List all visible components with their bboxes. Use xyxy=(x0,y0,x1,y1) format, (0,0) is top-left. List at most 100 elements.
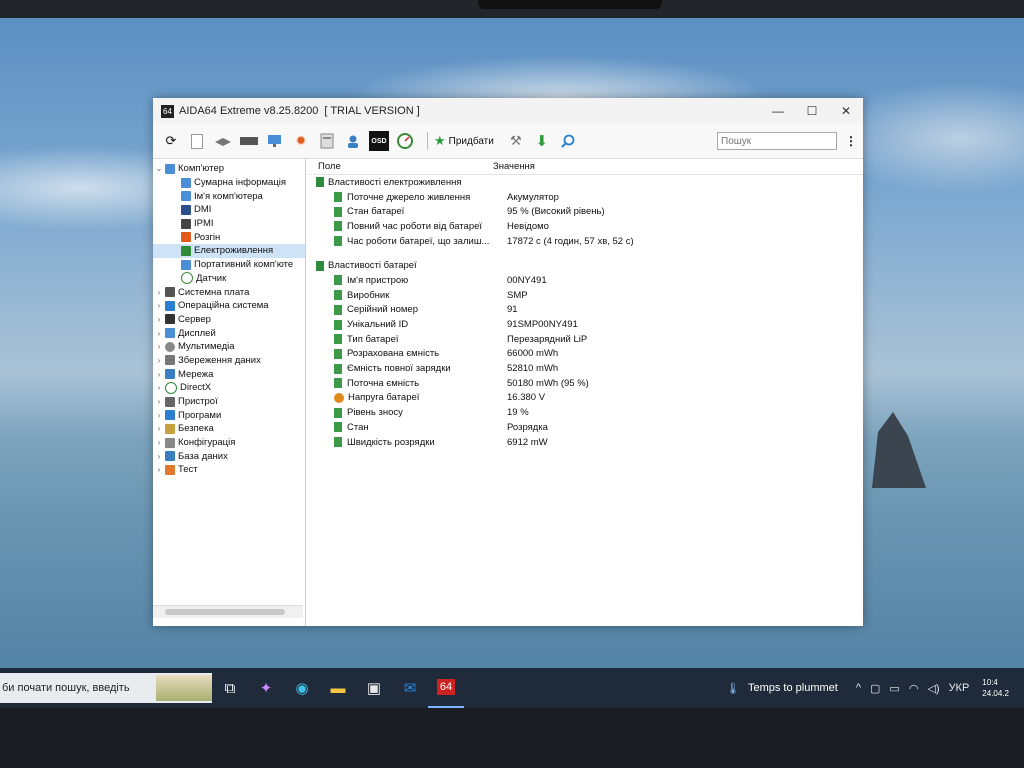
table-row[interactable]: Швидкість розрядки 6912 mW xyxy=(308,435,863,450)
battery-tray-icon[interactable]: ▭ xyxy=(889,682,899,695)
clock[interactable]: 10:4 24.04.2 xyxy=(982,677,1009,699)
column-header-field[interactable]: Поле xyxy=(308,161,493,172)
table-row[interactable]: Серійний номер 91 xyxy=(308,303,863,318)
tools-icon[interactable]: ⚒ xyxy=(506,131,526,151)
buy-button[interactable]: ★ Придбати xyxy=(434,133,494,149)
table-row[interactable]: Розрахована ємність 66000 mWh xyxy=(308,347,863,362)
chevron-up-icon[interactable]: ^ xyxy=(856,682,861,694)
file-explorer-icon[interactable]: ▬ xyxy=(320,668,356,708)
close-button[interactable]: ✕ xyxy=(829,98,863,124)
chevron-right-icon[interactable]: › xyxy=(153,438,165,447)
tree-item-power-management[interactable]: Електроживлення xyxy=(153,244,305,258)
tree-item-computer[interactable]: ⌄ Комп'ютер xyxy=(153,162,305,176)
table-row[interactable]: Тип батареї Перезарядний LiP xyxy=(308,332,863,347)
tree-item-display[interactable]: › Дисплей xyxy=(153,326,305,340)
table-row[interactable]: Повний час роботи від батареї Невідомо xyxy=(308,219,863,234)
tree-item-directx[interactable]: › DirectX xyxy=(153,381,305,395)
chevron-right-icon[interactable]: › xyxy=(153,411,165,420)
download-icon[interactable]: ⬇ xyxy=(532,131,552,151)
chevron-right-icon[interactable]: › xyxy=(153,315,165,324)
group-power-properties[interactable]: Властивості електроживлення xyxy=(308,175,863,190)
tree-item-dmi[interactable]: DMI xyxy=(153,203,305,217)
row-field: Ємність повної зарядки xyxy=(347,363,451,375)
table-row[interactable]: Ім'я пристрою 00NY491 xyxy=(308,273,863,288)
more-options-icon[interactable]: ⋮ xyxy=(845,134,857,148)
refresh-icon[interactable]: ⟳ xyxy=(161,131,181,151)
magnifier-icon[interactable] xyxy=(558,131,578,151)
tree-item-devices[interactable]: › Пристрої xyxy=(153,395,305,409)
table-row[interactable]: Поточне джерело живлення Акумулятор xyxy=(308,190,863,205)
tree-item-network[interactable]: › Мережа xyxy=(153,367,305,381)
tree-item-config[interactable]: › Конфігурація xyxy=(153,436,305,450)
taskbar-search[interactable]: би почати пошук, введіть xyxy=(0,673,212,703)
chevron-right-icon[interactable]: › xyxy=(153,370,165,379)
task-view-icon[interactable]: ⧉ xyxy=(212,668,248,708)
weather-widget[interactable]: 🌡 Temps to plummet xyxy=(726,682,838,695)
group-title: Властивості електроживлення xyxy=(328,176,462,188)
tree-item-ipmi[interactable]: IPMI xyxy=(153,217,305,231)
minimize-button[interactable]: — xyxy=(761,98,795,124)
tree-item-os[interactable]: › Операційна система xyxy=(153,299,305,313)
tree-item-multimedia[interactable]: › Мультимедіа xyxy=(153,340,305,354)
table-row[interactable]: Стан Розрядка xyxy=(308,420,863,435)
language-indicator[interactable]: УКР xyxy=(949,682,970,694)
chevron-right-icon[interactable]: › xyxy=(153,397,165,406)
chevron-right-icon[interactable]: › xyxy=(153,288,165,297)
chevron-right-icon[interactable]: › xyxy=(153,424,165,433)
chevron-right-icon[interactable]: › xyxy=(153,356,165,365)
maximize-button[interactable]: ☐ xyxy=(795,98,829,124)
table-row[interactable]: Стан батареї 95 % (Високий рівень) xyxy=(308,204,863,219)
report-icon[interactable] xyxy=(187,131,207,151)
table-row[interactable]: Рівень зносу 19 % xyxy=(308,405,863,420)
row-value: 19 % xyxy=(507,407,529,419)
row-value: 91SMP00NY491 xyxy=(507,319,578,331)
gauge-icon[interactable] xyxy=(395,131,415,151)
chevron-down-icon[interactable]: ⌄ xyxy=(153,164,165,173)
tree-item-server[interactable]: › Сервер xyxy=(153,313,305,327)
horizontal-scrollbar[interactable] xyxy=(153,605,303,618)
chevron-right-icon[interactable]: › xyxy=(153,465,165,474)
tree-item-benchmark[interactable]: › Тест xyxy=(153,463,305,477)
table-row[interactable]: Ємність повної зарядки 52810 mWh xyxy=(308,361,863,376)
tree-item-database[interactable]: › База даних xyxy=(153,449,305,463)
tree-item-overclock[interactable]: Розгін xyxy=(153,230,305,244)
table-row[interactable]: Час роботи батареї, що залиш... 17872 с (… xyxy=(308,234,863,249)
chevron-right-icon[interactable]: › xyxy=(153,342,165,351)
tree-item-summary[interactable]: Сумарна інформація xyxy=(153,176,305,190)
memory-icon[interactable] xyxy=(239,131,259,151)
search-input[interactable] xyxy=(717,132,837,150)
user-icon[interactable] xyxy=(343,131,363,151)
tree-item-computer-name[interactable]: Ім'я комп'ютера xyxy=(153,189,305,203)
table-row[interactable]: Напруга батареї 16.380 V xyxy=(308,391,863,406)
column-header-value[interactable]: Значення xyxy=(493,161,535,172)
chevron-right-icon[interactable]: › xyxy=(153,452,165,461)
motherboard-icon[interactable] xyxy=(213,131,233,151)
outlook-icon[interactable]: ✉ xyxy=(392,668,428,708)
camera-icon[interactable]: ▢ xyxy=(870,682,880,695)
tree-item-storage[interactable]: › Збереження даних xyxy=(153,354,305,368)
table-row[interactable]: Поточна ємність 50180 mWh (95 %) xyxy=(308,376,863,391)
tree-item-portable-computer[interactable]: Портативний комп'юте xyxy=(153,258,305,272)
title-bar[interactable]: 64 AIDA64 Extreme v8.25.8200 [ TRIAL VER… xyxy=(153,98,863,124)
chevron-right-icon[interactable]: › xyxy=(153,383,165,392)
wifi-icon[interactable]: ◠ xyxy=(909,682,919,695)
table-row[interactable]: Унікальний ID 91SMP00NY491 xyxy=(308,317,863,332)
copilot-icon[interactable]: ✦ xyxy=(248,668,284,708)
aida64-taskbar-icon[interactable]: 64 xyxy=(428,668,464,708)
scrollbar-thumb[interactable] xyxy=(165,609,285,615)
overclock-icon[interactable]: ✹ xyxy=(291,131,311,151)
chevron-right-icon[interactable]: › xyxy=(153,301,165,310)
group-battery-properties[interactable]: Властивості батареї xyxy=(308,258,863,273)
tree-item-sensor[interactable]: Датчик xyxy=(153,272,305,286)
volume-icon[interactable]: ◁) xyxy=(927,682,939,695)
display-icon[interactable] xyxy=(265,131,285,151)
benchmark-icon[interactable] xyxy=(317,131,337,151)
tree-item-motherboard[interactable]: › Системна плата xyxy=(153,285,305,299)
edge-icon[interactable]: ◉ xyxy=(284,668,320,708)
chevron-right-icon[interactable]: › xyxy=(153,329,165,338)
tree-item-programs[interactable]: › Програми xyxy=(153,408,305,422)
store-icon[interactable]: ▣ xyxy=(356,668,392,708)
osd-icon[interactable]: OSD xyxy=(369,131,389,151)
table-row[interactable]: Виробник SMP xyxy=(308,288,863,303)
tree-item-security[interactable]: › Безпека xyxy=(153,422,305,436)
